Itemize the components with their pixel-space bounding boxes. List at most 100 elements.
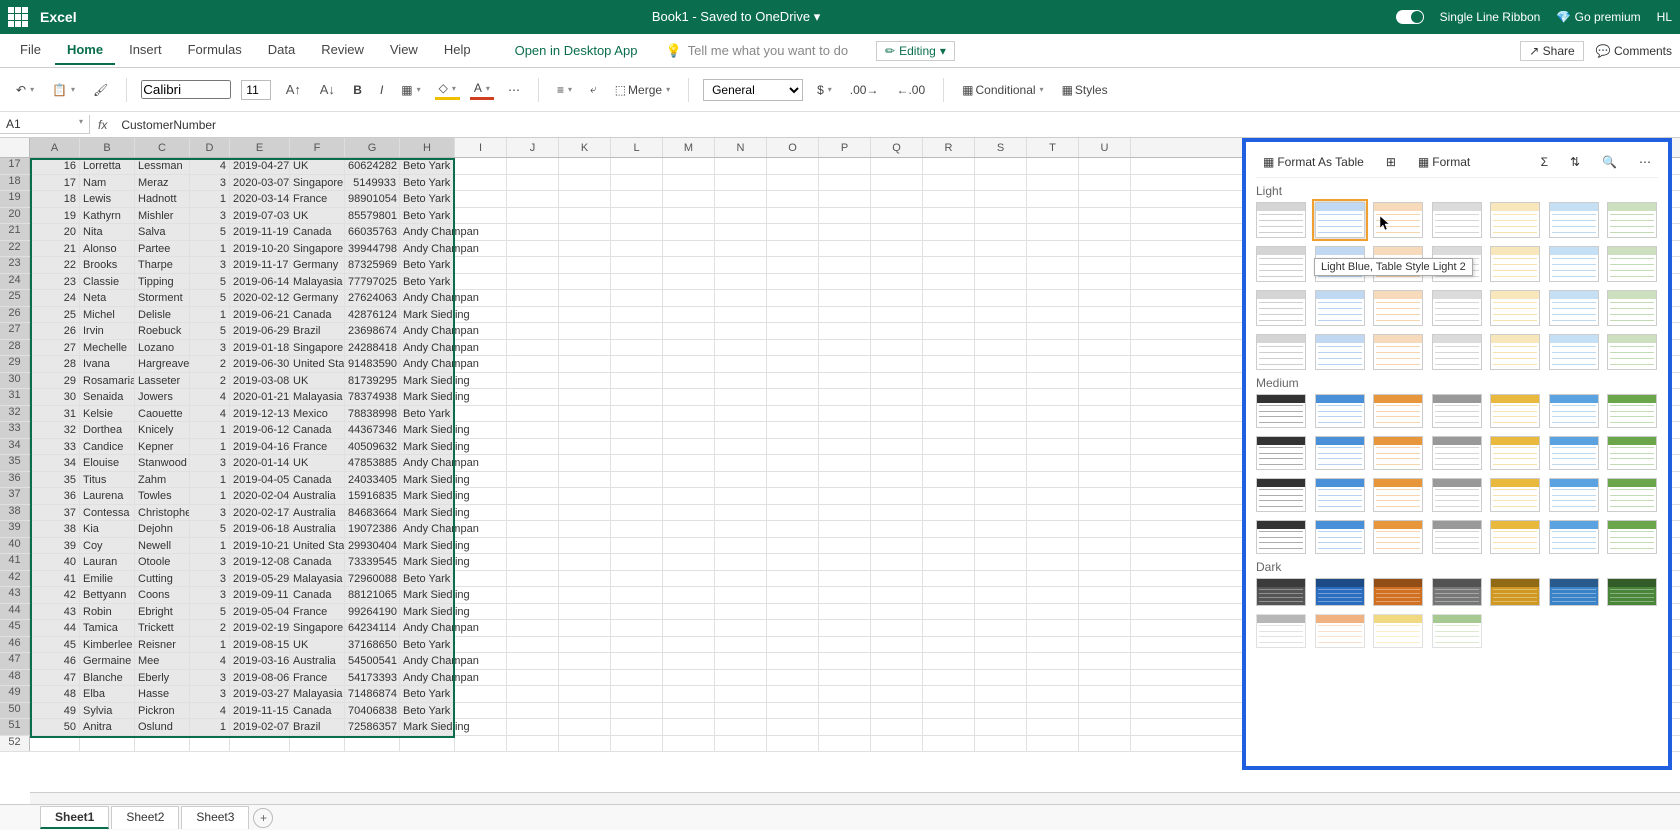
cell[interactable] [559,620,611,636]
cell[interactable] [611,587,663,603]
cell[interactable]: 27624063 [345,290,400,306]
cell[interactable] [975,307,1027,323]
cell[interactable]: 1 [190,488,230,504]
row-header[interactable]: 22 [0,241,30,257]
cell[interactable] [975,274,1027,290]
cell[interactable]: 2019-11-19 [230,224,290,240]
cell[interactable] [871,191,923,207]
cell[interactable]: Andy Champan [400,290,455,306]
cell[interactable] [1027,571,1079,587]
table-style-swatch[interactable] [1315,478,1365,512]
cell[interactable] [507,208,559,224]
row-header[interactable]: 48 [0,670,30,686]
cell[interactable]: 49 [30,703,80,719]
cell[interactable] [715,736,767,752]
cell[interactable]: 70406838 [345,703,400,719]
cell[interactable] [1079,472,1131,488]
cell[interactable]: Canada [290,422,345,438]
row-header[interactable]: 23 [0,257,30,273]
cell[interactable] [663,521,715,537]
table-style-swatch[interactable] [1549,202,1599,238]
cell[interactable] [715,719,767,735]
cell[interactable] [663,373,715,389]
cell[interactable] [507,538,559,554]
col-header-G[interactable]: G [345,138,400,157]
cell[interactable] [819,340,871,356]
cell[interactable]: 3 [190,505,230,521]
cell[interactable]: 54500541 [345,653,400,669]
cell[interactable] [1079,191,1131,207]
cell[interactable] [871,373,923,389]
cell[interactable] [923,274,975,290]
cell[interactable] [663,439,715,455]
cell[interactable] [1079,307,1131,323]
cell[interactable]: 60624282 [345,158,400,174]
cell[interactable]: Coy [80,538,135,554]
cell[interactable]: Michel [80,307,135,323]
cell[interactable] [507,686,559,702]
cell[interactable] [871,736,923,752]
row-header[interactable]: 42 [0,571,30,587]
cell[interactable] [975,538,1027,554]
cell[interactable]: 27 [30,340,80,356]
cell[interactable]: Beto Yark [400,703,455,719]
cell[interactable]: Pickron [135,703,190,719]
col-header-L[interactable]: L [611,138,663,157]
cell[interactable]: Australia [290,653,345,669]
cell[interactable] [1079,406,1131,422]
cell[interactable]: Nam [80,175,135,191]
cell[interactable] [507,736,559,752]
cell[interactable] [1027,323,1079,339]
cell[interactable] [715,422,767,438]
cell[interactable] [1079,719,1131,735]
cell[interactable] [715,653,767,669]
cell[interactable]: 40 [30,554,80,570]
cell[interactable]: Germany [290,257,345,273]
format-painter[interactable]: 🖌 [89,81,112,99]
share-button[interactable]: ↗ Share [1520,41,1583,61]
cell[interactable]: Singapore [290,175,345,191]
table-style-swatch[interactable] [1256,578,1306,606]
cell[interactable]: France [290,670,345,686]
cell[interactable] [1079,290,1131,306]
cell[interactable] [611,653,663,669]
cell[interactable]: 4 [190,389,230,405]
cell[interactable] [455,323,507,339]
cell[interactable] [1027,241,1079,257]
table-style-swatch[interactable] [1607,334,1657,370]
cell[interactable]: 44 [30,620,80,636]
cell[interactable] [559,290,611,306]
cell[interactable]: 40509632 [345,439,400,455]
cell[interactable] [611,736,663,752]
format-cells[interactable]: ▦ Format [1411,152,1477,172]
cell[interactable] [507,620,559,636]
cell[interactable]: 2 [190,620,230,636]
cell[interactable] [767,290,819,306]
cell[interactable]: 2019-10-20 [230,241,290,257]
cell[interactable]: 2019-09-11 [230,587,290,603]
cell[interactable]: 2019-06-30 [230,356,290,372]
cell[interactable]: 71486874 [345,686,400,702]
col-header-D[interactable]: D [190,138,230,157]
cell[interactable] [611,257,663,273]
cell[interactable] [923,340,975,356]
cell[interactable] [663,703,715,719]
cell[interactable]: Anitra [80,719,135,735]
cell[interactable]: 33 [30,439,80,455]
cell[interactable] [663,554,715,570]
cell[interactable]: 77797025 [345,274,400,290]
cell[interactable] [923,488,975,504]
col-header-I[interactable]: I [455,138,507,157]
cell[interactable] [715,686,767,702]
cell[interactable] [1079,587,1131,603]
cell[interactable] [1079,670,1131,686]
cell[interactable] [767,340,819,356]
cell[interactable] [819,554,871,570]
cell[interactable] [871,488,923,504]
table-style-swatch[interactable] [1432,478,1482,512]
cell[interactable] [1079,637,1131,653]
cell[interactable]: Kathyrn [80,208,135,224]
cell[interactable] [975,554,1027,570]
cell[interactable] [715,373,767,389]
cell[interactable]: Sylvia [80,703,135,719]
